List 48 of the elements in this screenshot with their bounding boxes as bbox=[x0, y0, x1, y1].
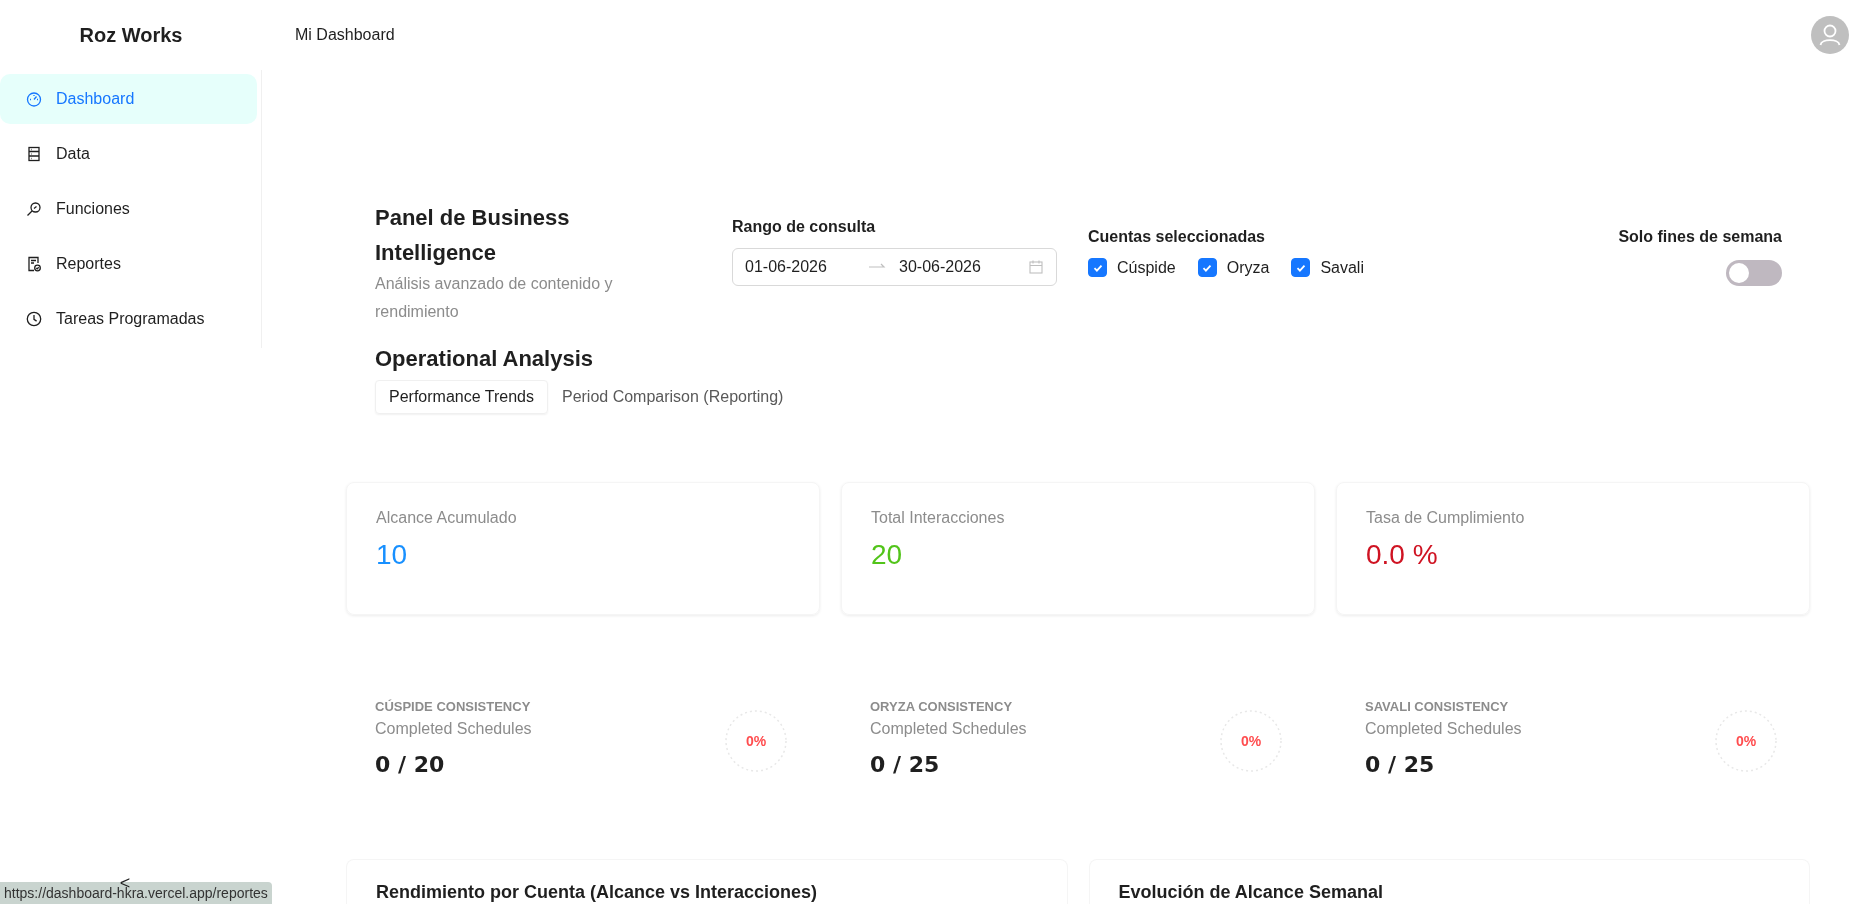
sidebar-item[interactable]: Reportes bbox=[0, 239, 257, 289]
field-label: Cuentas seleccionadas bbox=[1088, 228, 1266, 246]
gauge-icon bbox=[26, 91, 42, 107]
stat-value: 0.0 % bbox=[1366, 539, 1439, 571]
consistency-value: 0 / 25 bbox=[870, 752, 941, 777]
consistency-title: CÚSPIDE CONSISTENCY bbox=[375, 699, 532, 714]
checkbox[interactable] bbox=[1291, 258, 1311, 277]
field-label: Rango de consulta bbox=[732, 218, 877, 236]
card-title: Rendimiento por Cuenta (Alcance vs Interacciones) bbox=[376, 882, 819, 903]
stat-label: Alcance Acumulado bbox=[376, 509, 518, 527]
panel-title: Panel de Business Intelligence bbox=[375, 204, 571, 267]
stat-label: Tasa de Cumplimiento bbox=[1366, 509, 1526, 527]
stat-value: 20 bbox=[871, 539, 904, 571]
progress-percent: 0% bbox=[1240, 733, 1262, 749]
table-icon bbox=[26, 146, 42, 162]
checkbox-label: Oryza bbox=[1226, 258, 1270, 277]
sidebar-item[interactable]: Dashboard bbox=[0, 74, 257, 124]
stat-value: 10 bbox=[376, 539, 409, 571]
date-range-field[interactable]: 01-06-2026 30-06-2026 bbox=[732, 248, 1057, 286]
panel-subtitle: Análisis avanzado de contenido y rendimiento bbox=[375, 274, 614, 322]
checkbox[interactable] bbox=[1197, 258, 1217, 277]
clock-icon bbox=[26, 311, 42, 327]
consistency-value: 0 / 20 bbox=[375, 752, 446, 777]
field-label: Solo fines de semana bbox=[1618, 228, 1782, 246]
stat-label: Total Interacciones bbox=[871, 509, 1006, 527]
consistency-title: ORYZA CONSISTENCY bbox=[870, 699, 1014, 714]
search-icon bbox=[26, 201, 42, 217]
checkbox-label: Savali bbox=[1320, 258, 1364, 277]
section-title: Operational Analysis bbox=[375, 345, 595, 373]
sidebar-item[interactable]: Funciones bbox=[0, 184, 257, 234]
tab[interactable]: Period Comparison (Reporting) bbox=[547, 380, 798, 414]
consistency-title: SAVALI CONSISTENCY bbox=[1365, 699, 1510, 714]
checkbox[interactable] bbox=[1088, 258, 1107, 277]
consistency-value: 0 / 25 bbox=[1365, 752, 1436, 777]
consistency-subtitle: Completed Schedules bbox=[1365, 720, 1523, 738]
brand-name: Roz Works bbox=[78, 23, 184, 47]
sidebar-item[interactable]: Tareas Programadas bbox=[0, 294, 257, 344]
sidebar-item[interactable]: Data bbox=[0, 129, 257, 179]
checkbox-label: Cúspide bbox=[1117, 258, 1176, 277]
card-title: Evolución de Alcance Semanal bbox=[1118, 882, 1384, 903]
tab[interactable]: Performance Trends bbox=[375, 380, 548, 414]
progress-percent: 0% bbox=[1735, 733, 1757, 749]
toggle-switch[interactable] bbox=[1726, 260, 1782, 286]
report-icon bbox=[26, 256, 42, 272]
page-title: Mi Dashboard bbox=[295, 26, 396, 44]
consistency-subtitle: Completed Schedules bbox=[375, 720, 533, 738]
consistency-subtitle: Completed Schedules bbox=[870, 720, 1028, 738]
progress-percent: 0% bbox=[745, 733, 767, 749]
